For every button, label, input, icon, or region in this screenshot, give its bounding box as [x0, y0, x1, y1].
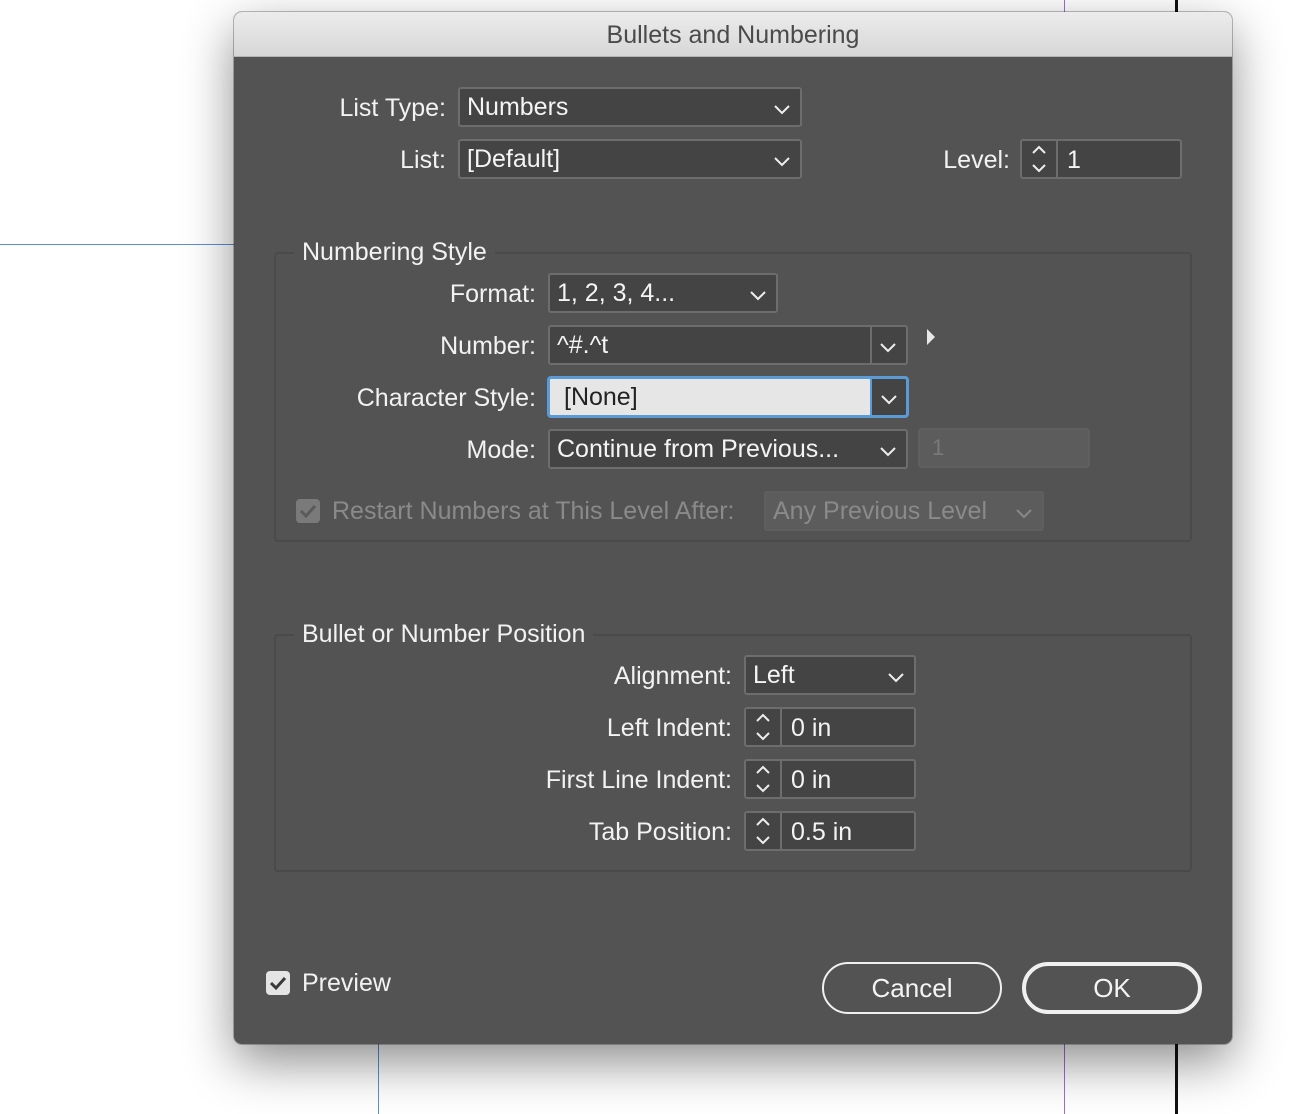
chevron-down-icon — [886, 663, 906, 687]
first-line-indent-label: First Line Indent: — [545, 766, 732, 794]
bullets-numbering-dialog: Bullets and Numbering List Type: Numbers… — [234, 12, 1232, 1044]
alignment-dropdown[interactable]: Left — [744, 655, 916, 695]
list-type-value: Numbers — [467, 93, 569, 121]
bullet-number-position-group — [274, 634, 1192, 872]
checkmark-icon — [269, 976, 287, 991]
chevron-down-icon — [1014, 499, 1034, 523]
number-value[interactable]: ^#.^t — [557, 331, 608, 359]
document-page-edge — [1175, 1040, 1178, 1114]
list-type-label: List Type: — [339, 94, 446, 122]
mode-dropdown[interactable]: Continue from Previous... — [548, 429, 908, 469]
character-style-combo-field[interactable]: [None] — [548, 377, 908, 417]
format-dropdown[interactable]: 1, 2, 3, 4... — [548, 273, 778, 313]
mode-label: Mode: — [466, 436, 536, 464]
chevron-down-icon — [772, 95, 792, 119]
start-at-field-disabled: 1 — [918, 428, 1090, 468]
list-type-dropdown[interactable]: Numbers — [458, 87, 802, 127]
format-label: Format: — [449, 280, 536, 308]
restart-numbers-checkbox[interactable] — [296, 499, 320, 523]
list-value: [Default] — [467, 145, 561, 173]
chevron-down-icon — [879, 385, 899, 409]
level-value: 1 — [1067, 146, 1081, 174]
chevron-down-icon — [748, 281, 768, 305]
start-at-value: 1 — [932, 435, 945, 460]
number-combo-field[interactable]: ^#.^t — [548, 325, 908, 365]
number-label: Number: — [440, 332, 536, 360]
left-indent-value[interactable]: 0 in — [791, 709, 831, 747]
list-dropdown[interactable]: [Default] — [458, 139, 802, 179]
alignment-label: Alignment: — [613, 662, 732, 690]
bullet-number-position-title: Bullet or Number Position — [294, 619, 594, 649]
level-stepper[interactable]: 1 — [1020, 139, 1182, 179]
dropdown-button[interactable] — [872, 379, 906, 415]
chevron-down-icon[interactable] — [878, 333, 898, 357]
restart-after-value: Any Previous Level — [773, 497, 988, 525]
cancel-button[interactable]: Cancel — [822, 962, 1002, 1014]
document-margin-guide — [1064, 1040, 1065, 1114]
dialog-title: Bullets and Numbering — [234, 12, 1232, 57]
triangle-right-icon[interactable] — [924, 327, 938, 347]
tab-position-value[interactable]: 0.5 in — [791, 813, 852, 851]
restart-after-dropdown-disabled: Any Previous Level — [764, 491, 1044, 531]
combo-separator — [870, 327, 872, 363]
tab-position-stepper[interactable]: 0.5 in — [744, 811, 916, 851]
character-style-value[interactable]: [None] — [564, 383, 638, 411]
stepper-arrows-icon[interactable] — [1022, 141, 1058, 177]
chevron-down-icon — [878, 437, 898, 461]
first-line-indent-stepper[interactable]: 0 in — [744, 759, 916, 799]
alignment-value: Left — [753, 661, 795, 689]
mode-value: Continue from Previous... — [557, 435, 840, 463]
preview-label[interactable]: Preview — [302, 963, 391, 1003]
left-indent-stepper[interactable]: 0 in — [744, 707, 916, 747]
restart-numbers-label: Restart Numbers at This Level After: — [332, 497, 735, 525]
stepper-arrows-icon[interactable] — [746, 761, 782, 797]
preview-checkbox[interactable] — [266, 971, 290, 995]
ok-button[interactable]: OK — [1022, 962, 1202, 1014]
character-style-label: Character Style: — [356, 384, 536, 412]
checkmark-icon — [299, 504, 317, 519]
document-guide-vertical — [378, 1040, 379, 1114]
stepper-arrows-icon[interactable] — [746, 813, 782, 849]
list-label: List: — [400, 146, 446, 174]
document-guide-horizontal — [0, 244, 240, 245]
format-value: 1, 2, 3, 4... — [557, 279, 676, 307]
tab-position-label: Tab Position: — [588, 818, 732, 846]
chevron-down-icon — [772, 147, 792, 171]
stepper-arrows-icon[interactable] — [746, 709, 782, 745]
level-label: Level: — [943, 146, 1010, 174]
numbering-style-title: Numbering Style — [294, 237, 495, 267]
first-line-indent-value[interactable]: 0 in — [791, 761, 831, 799]
left-indent-label: Left Indent: — [606, 714, 732, 742]
